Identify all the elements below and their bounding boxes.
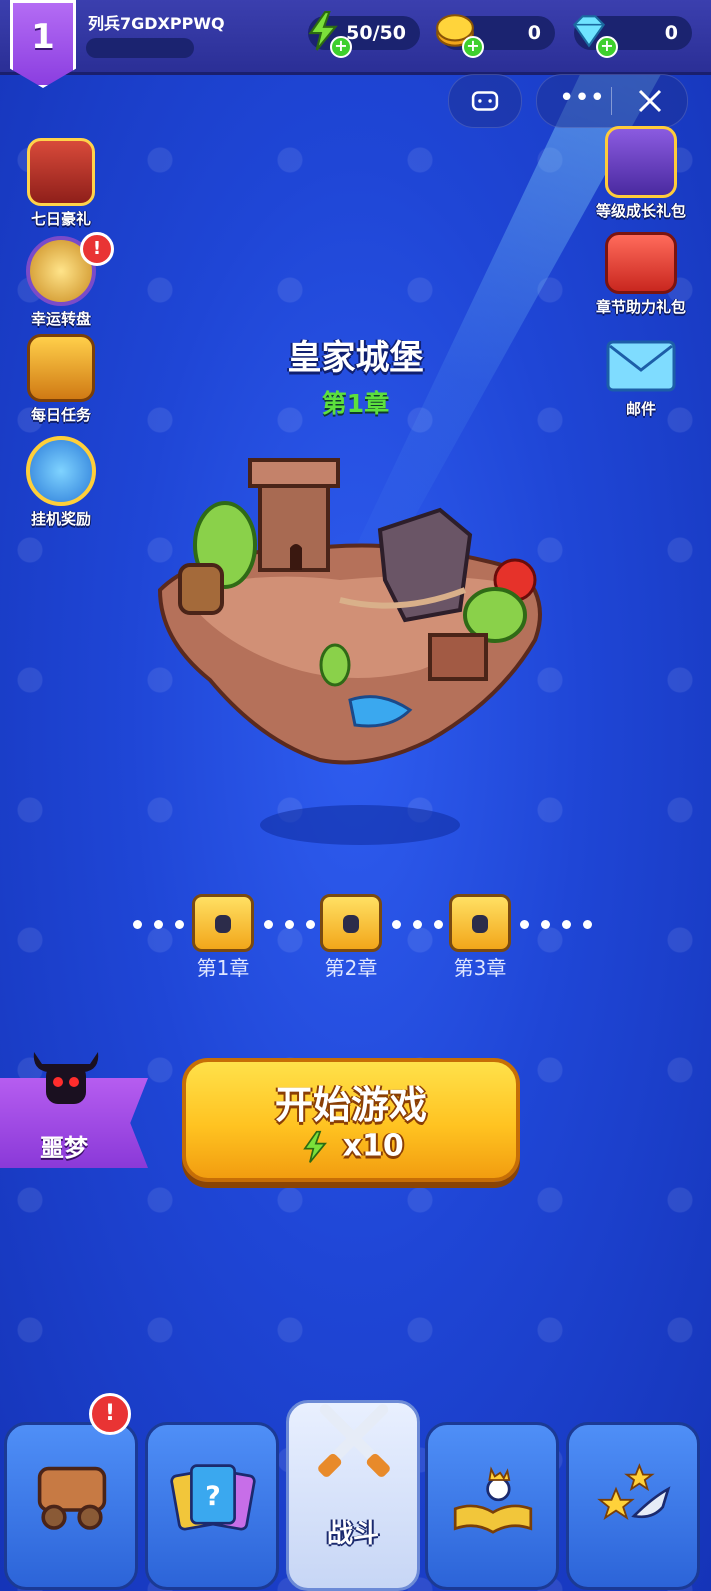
progress-dots <box>520 920 592 930</box>
start-game-button[interactable]: 开始游戏 x10 <box>182 1058 520 1182</box>
stage-chapter: 第1章 <box>321 389 390 418</box>
nav-skills[interactable] <box>566 1422 700 1590</box>
add-gold-icon[interactable]: + <box>462 36 484 58</box>
lightning-icon <box>303 1130 328 1163</box>
svg-text:?: ? <box>205 1481 221 1512</box>
add-gem-icon[interactable]: + <box>596 36 618 58</box>
idle-reward-button[interactable]: 挂机奖励 <box>6 436 116 529</box>
level-number: 1 <box>31 17 55 57</box>
level-badge[interactable]: 1 <box>10 0 76 88</box>
gift-book-icon <box>27 138 95 206</box>
player-name: 列兵7GDXPPWQ <box>88 14 225 33</box>
alert-badge: ! <box>80 232 114 266</box>
gem-value: 0 <box>664 22 678 44</box>
nav-talents[interactable] <box>425 1422 559 1590</box>
gem-counter[interactable]: + 0 <box>572 15 692 58</box>
lucky-wheel-button[interactable]: ! 幸运转盘 <box>6 232 116 329</box>
nav-battle-label: 战斗 <box>326 1519 379 1549</box>
capsule-divider <box>611 87 612 115</box>
energy-counter[interactable]: + 50/50 <box>308 11 420 58</box>
stage-title: 皇家城堡 <box>287 338 424 378</box>
energy-value: 50/50 <box>346 22 406 44</box>
island-shadow <box>260 805 460 845</box>
spellbook-icon <box>453 1466 533 1534</box>
chapter-pack-icon <box>605 232 677 294</box>
close-icon[interactable] <box>635 86 665 116</box>
nightmare-mode-label: 噩梦 <box>40 1134 88 1162</box>
crossed-swords-icon <box>318 1404 390 1477</box>
gamepad-icon <box>471 91 499 111</box>
stars-icon <box>597 1463 671 1521</box>
chapter-chest-1[interactable] <box>192 894 254 952</box>
level-growth-pack-button[interactable]: 等级成长礼包 <box>576 126 706 221</box>
nav-battle[interactable]: 战斗 <box>286 1400 420 1591</box>
seven-day-gift-label: 七日豪礼 <box>30 210 91 228</box>
nav-cards[interactable]: ? <box>145 1422 279 1590</box>
energy-cost: x10 <box>342 1128 404 1164</box>
more-options-icon[interactable]: ••• <box>559 83 605 113</box>
seven-day-gift-button[interactable]: 七日豪礼 <box>6 138 116 229</box>
nav-shop[interactable]: ! <box>4 1393 138 1590</box>
gamepad-button[interactable] <box>448 74 522 128</box>
bottom-navigation: ! ? 战斗 <box>0 1393 711 1591</box>
chapter-chest-label: 第3章 <box>453 956 507 980</box>
alert-badge: ! <box>89 1393 131 1435</box>
stopwatch-icon <box>26 436 96 506</box>
lucky-wheel-label: 幸运转盘 <box>30 310 91 328</box>
gold-value: 0 <box>527 22 541 44</box>
chapter-boost-pack-button[interactable]: 章节助力礼包 <box>576 232 706 317</box>
gold-counter[interactable]: + 0 <box>436 14 555 58</box>
lucky-wheel-icon: ! <box>26 232 114 306</box>
chapter-boost-pack-label: 章节助力礼包 <box>595 298 686 316</box>
lock-icon <box>472 915 488 933</box>
start-game-label: 开始游戏 <box>274 1083 427 1127</box>
miniprogram-capsule: ••• <box>536 74 688 128</box>
cart-icon <box>37 1466 107 1530</box>
cards-icon: ? <box>170 1464 256 1531</box>
top-bar: 1 列兵7GDXPPWQ + 50/50 + 0 + 0 <box>0 0 711 88</box>
chapter-chest-label: 第1章 <box>196 956 250 980</box>
chapter-chest-2[interactable] <box>320 894 382 952</box>
lock-icon <box>215 915 231 933</box>
lock-icon <box>343 915 359 933</box>
chapter-chest-label: 第2章 <box>324 956 378 980</box>
level-growth-pack-label: 等级成长礼包 <box>595 202 686 220</box>
xp-bar <box>86 38 194 58</box>
start-game-cost: x10 <box>186 1128 516 1166</box>
floating-island-illustration[interactable] <box>140 440 560 780</box>
bull-head-icon <box>33 1052 99 1104</box>
level-pack-icon <box>605 126 677 198</box>
chapter-chest-3[interactable] <box>449 894 511 952</box>
idle-reward-label: 挂机奖励 <box>30 510 91 528</box>
